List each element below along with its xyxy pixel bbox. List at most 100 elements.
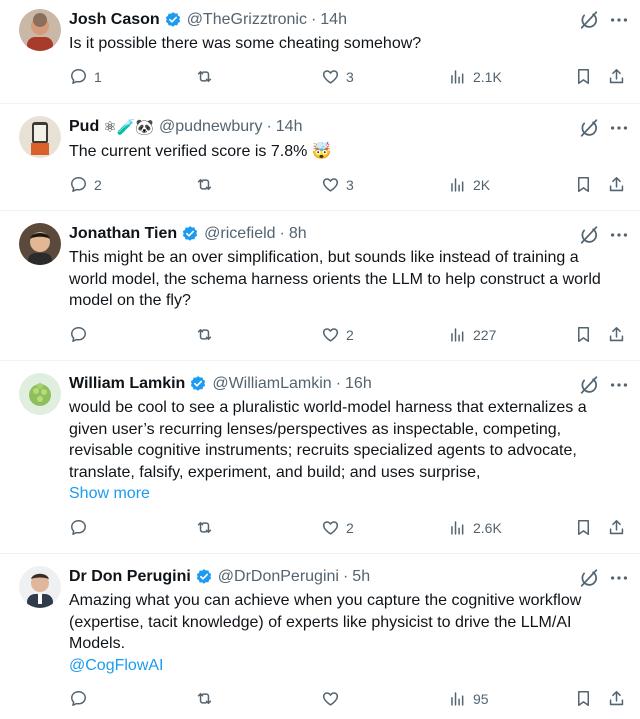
retweet-button[interactable]: [195, 67, 220, 86]
timestamp[interactable]: 5h: [352, 568, 370, 586]
bookmark-icon: [574, 67, 593, 86]
retweet-button[interactable]: [195, 518, 220, 537]
tweet[interactable]: William Lamkin @WilliamLamkin · 16h woul…: [0, 361, 640, 554]
avatar[interactable]: [19, 116, 61, 158]
timestamp[interactable]: 16h: [345, 375, 372, 393]
author-handle[interactable]: @WilliamLamkin: [212, 375, 331, 393]
separator-dot: ·: [310, 11, 317, 28]
bookmark-icon: [574, 325, 593, 344]
views-button[interactable]: 95: [448, 689, 489, 708]
avatar[interactable]: [19, 373, 61, 415]
views-button[interactable]: 2K: [448, 175, 490, 194]
author-emoji: ⚛🧪🐼: [103, 119, 155, 136]
view-count: 95: [473, 690, 489, 707]
share-icon: [607, 689, 626, 708]
grok-icon[interactable]: [578, 374, 600, 396]
retweet-button[interactable]: [195, 689, 220, 708]
heart-icon: [321, 175, 340, 194]
views-button[interactable]: 227: [448, 325, 496, 344]
share-button[interactable]: [607, 325, 626, 344]
bookmark-icon: [574, 175, 593, 194]
mention-link[interactable]: @CogFlowAI: [69, 655, 610, 677]
like-button[interactable]: 2: [321, 518, 354, 537]
reply-count: 1: [94, 68, 102, 85]
avatar[interactable]: [19, 223, 61, 265]
reply-button[interactable]: [69, 689, 94, 708]
bookmark-button[interactable]: [574, 518, 593, 537]
view-count: 2.6K: [473, 519, 502, 536]
action-bar: 2 3 2K: [69, 175, 630, 197]
views-chart-icon: [448, 689, 467, 708]
avatar[interactable]: [19, 9, 61, 51]
share-button[interactable]: [607, 689, 626, 708]
grok-icon[interactable]: [578, 117, 600, 139]
reply-button[interactable]: 2: [69, 175, 102, 194]
tweet[interactable]: Jonathan Tien @ricefield · 8h This might…: [0, 211, 640, 361]
author-handle[interactable]: @pudnewbury: [159, 118, 262, 136]
retweet-button[interactable]: [195, 325, 220, 344]
like-button[interactable]: 2: [321, 325, 354, 344]
share-button[interactable]: [607, 518, 626, 537]
separator-dot: ·: [342, 568, 349, 585]
heart-icon: [321, 518, 340, 537]
verified-badge-icon: [195, 568, 213, 586]
reply-button[interactable]: 1: [69, 67, 102, 86]
author-handle[interactable]: @TheGrizztronic: [187, 11, 307, 29]
views-button[interactable]: 2.6K: [448, 518, 502, 537]
views-chart-icon: [448, 325, 467, 344]
separator-dot: ·: [279, 225, 285, 242]
share-button[interactable]: [607, 67, 626, 86]
grok-icon[interactable]: [578, 567, 600, 589]
share-button[interactable]: [607, 175, 626, 194]
author-name[interactable]: William Lamkin: [69, 375, 185, 393]
like-count: 2: [346, 519, 354, 536]
reply-count: 2: [94, 176, 102, 193]
like-button[interactable]: 3: [321, 175, 354, 194]
like-button[interactable]: 3: [321, 67, 354, 86]
reply-icon: [69, 325, 88, 344]
bookmark-button[interactable]: [574, 67, 593, 86]
author-name[interactable]: Jonathan Tien: [69, 225, 177, 243]
tweet-text: The current verified score is 7.8% 🤯: [69, 141, 610, 163]
action-bar: 1 3 2.1K: [69, 67, 630, 89]
grok-icon[interactable]: [578, 224, 600, 246]
more-options-icon[interactable]: [608, 374, 630, 396]
view-count: 2.1K: [473, 68, 502, 85]
verified-badge-icon: [164, 11, 182, 29]
tweet[interactable]: Josh Cason @TheGrizztronic · 14h Is it p…: [0, 0, 640, 104]
more-options-icon[interactable]: [608, 117, 630, 139]
reply-button[interactable]: [69, 325, 94, 344]
like-count: 3: [346, 68, 354, 85]
avatar[interactable]: [19, 566, 61, 608]
grok-icon[interactable]: [578, 9, 600, 31]
author-name[interactable]: Dr Don Perugini: [69, 568, 191, 586]
tweet[interactable]: Dr Don Perugini @DrDonPerugini · 5h Amaz…: [0, 554, 640, 719]
reply-button[interactable]: [69, 518, 94, 537]
timestamp[interactable]: 8h: [289, 225, 307, 243]
timestamp[interactable]: 14h: [320, 11, 347, 29]
retweet-icon: [195, 518, 214, 537]
view-count: 2K: [473, 176, 491, 193]
more-options-icon[interactable]: [608, 9, 630, 31]
share-icon: [607, 175, 626, 194]
bookmark-button[interactable]: [574, 325, 593, 344]
more-options-icon[interactable]: [608, 567, 630, 589]
more-options-icon[interactable]: [608, 224, 630, 246]
reply-icon: [69, 689, 88, 708]
author-name[interactable]: Josh Cason: [69, 11, 160, 29]
views-button[interactable]: 2.1K: [448, 67, 502, 86]
author-name[interactable]: Pud: [69, 118, 99, 136]
bookmark-button[interactable]: [574, 689, 593, 708]
show-more-link[interactable]: Show more: [69, 483, 610, 505]
author-handle[interactable]: @ricefield: [204, 225, 275, 243]
tweet[interactable]: Pud ⚛🧪🐼 @pudnewbury · 14h The current ve…: [0, 104, 640, 211]
separator-dot: ·: [335, 375, 342, 392]
retweet-button[interactable]: [195, 175, 220, 194]
tweet-text-content: would be cool to see a pluralistic world…: [69, 399, 587, 481]
heart-icon: [321, 67, 340, 86]
bookmark-button[interactable]: [574, 175, 593, 194]
like-button[interactable]: [321, 689, 346, 708]
author-handle[interactable]: @DrDonPerugini: [218, 568, 339, 586]
timestamp[interactable]: 14h: [276, 118, 303, 136]
tweet-text: This might be an over simplification, bu…: [69, 247, 610, 312]
